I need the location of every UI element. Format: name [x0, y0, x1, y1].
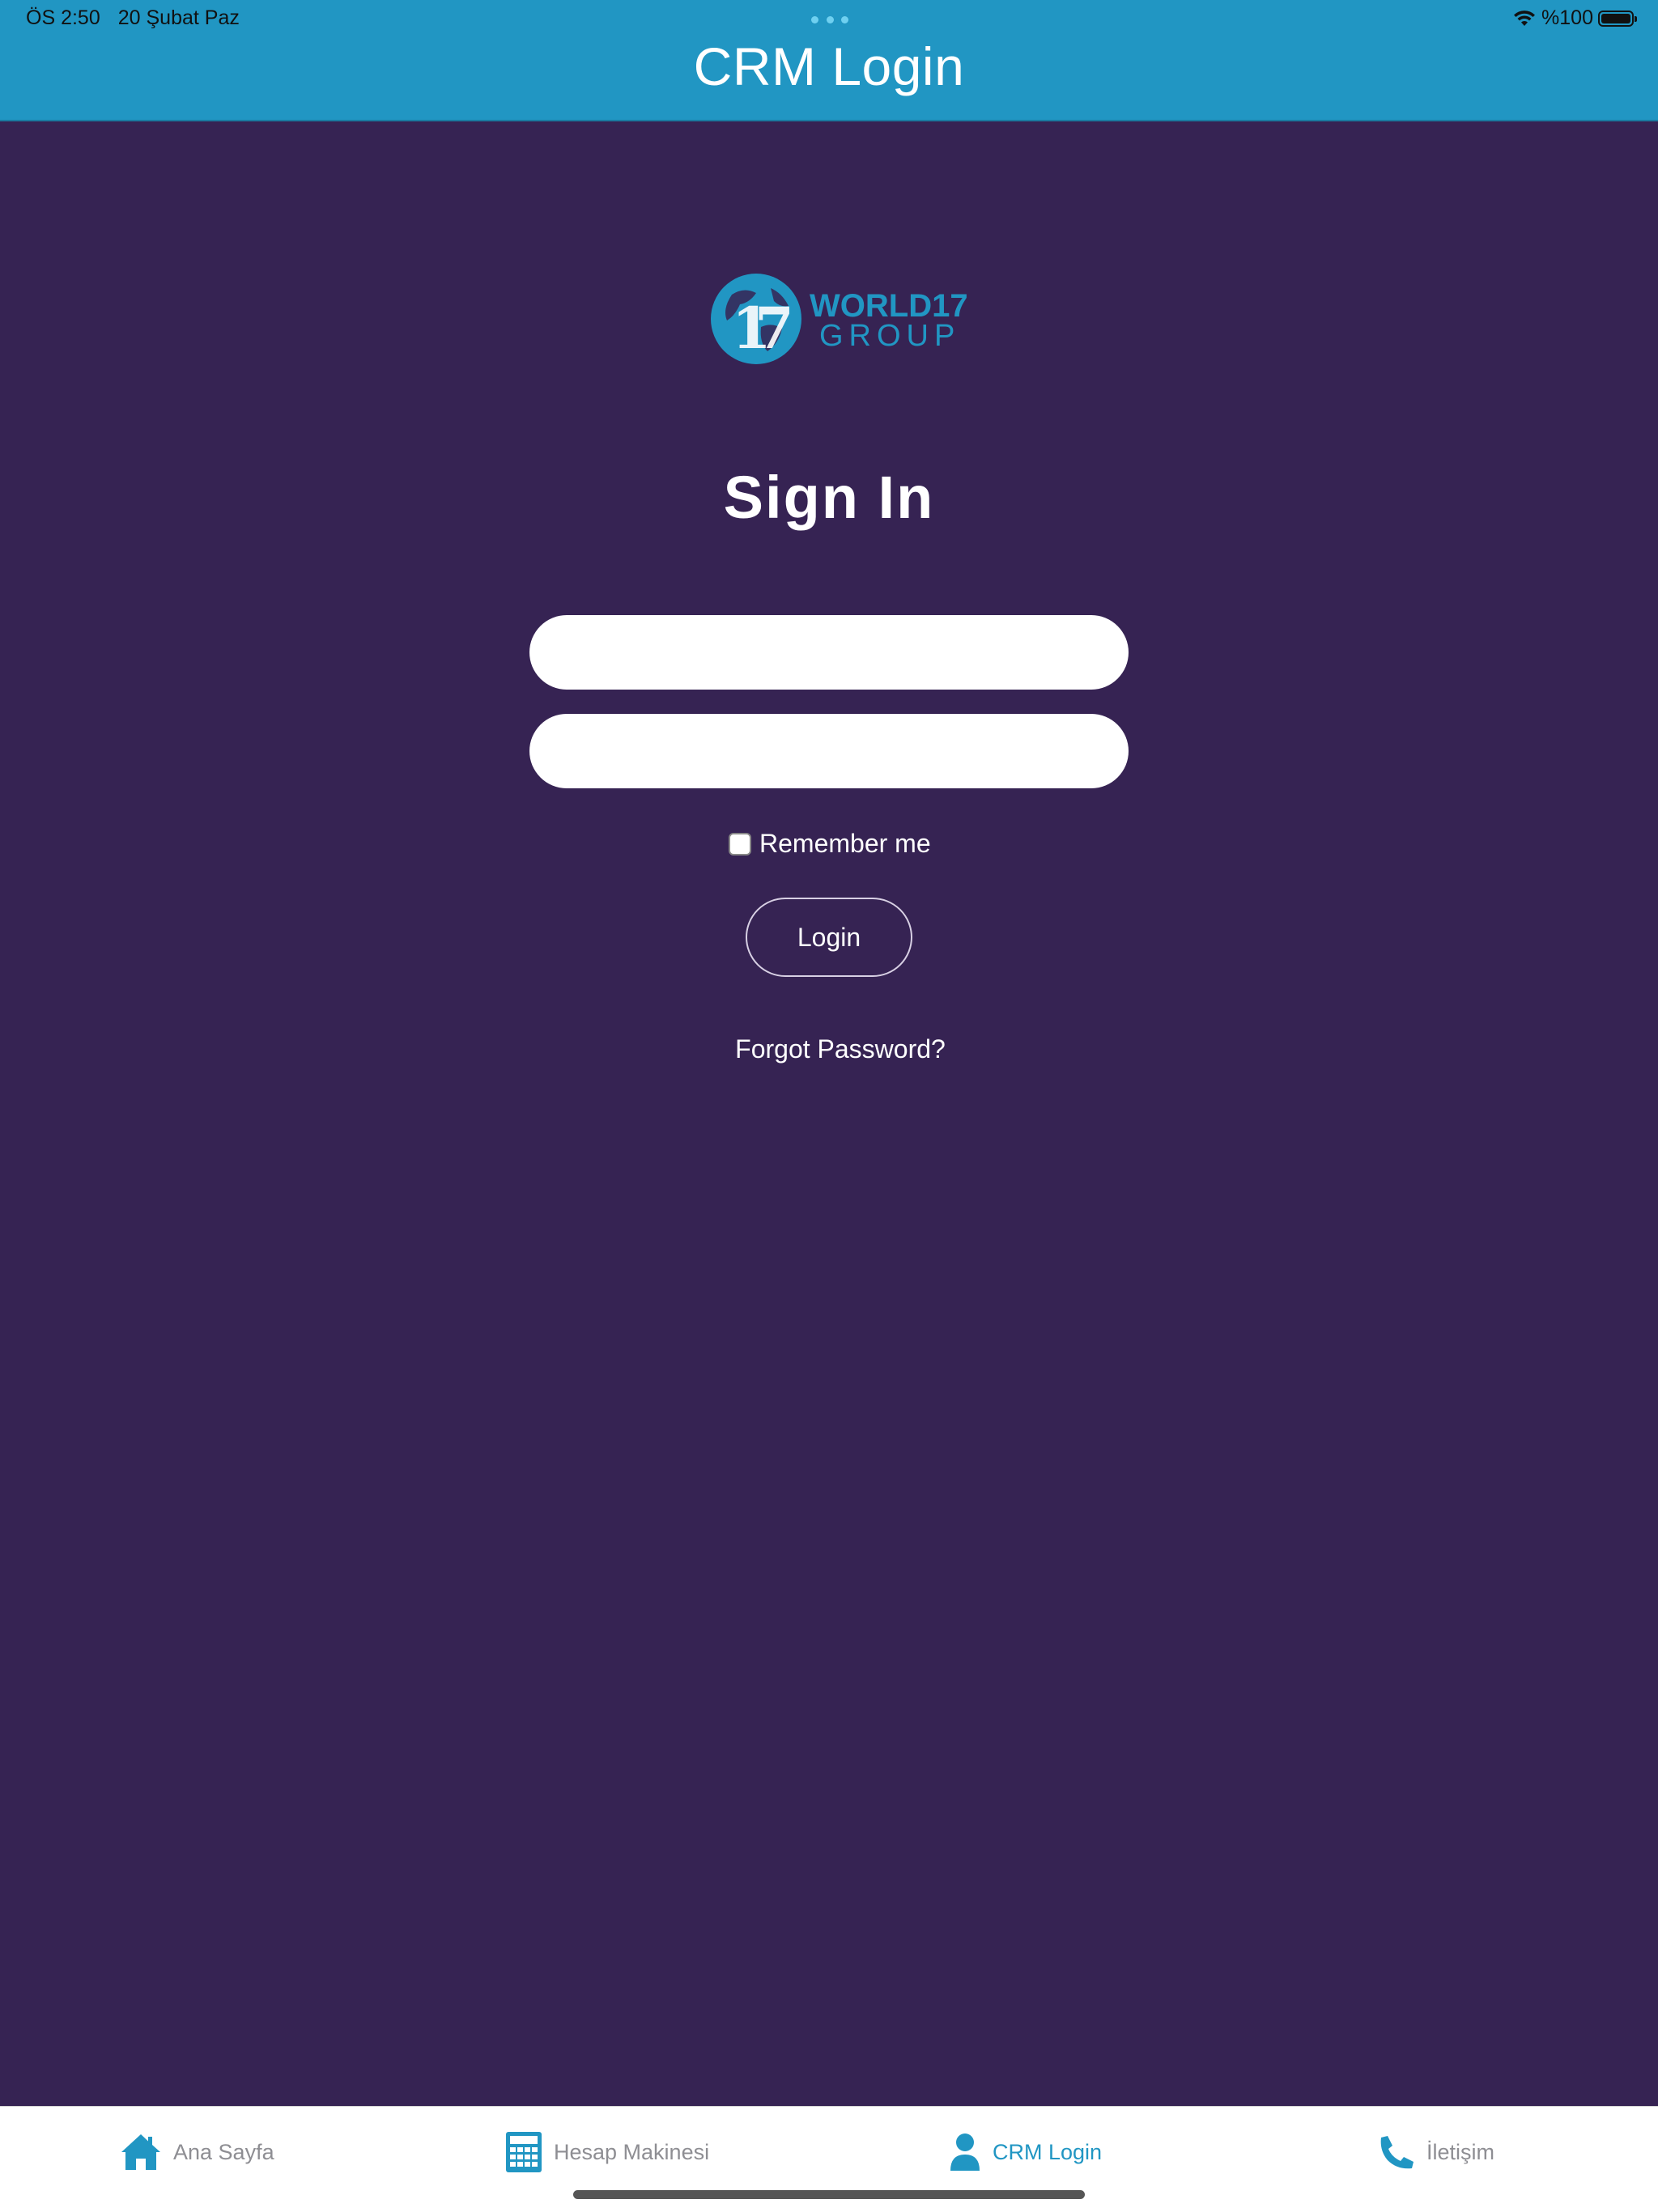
status-bar-left: ÖS 2:50 20 Şubat Paz	[26, 6, 257, 30]
home-indicator[interactable]	[573, 2190, 1085, 2199]
username-input[interactable]	[529, 615, 1129, 690]
status-time: ÖS 2:50	[26, 6, 100, 29]
phone-icon	[1380, 2136, 1414, 2169]
tab-label: Ana Sayfa	[173, 2139, 274, 2164]
status-bar-right: %100	[1512, 6, 1637, 30]
tab-label: CRM Login	[993, 2139, 1103, 2164]
tab-crm-login[interactable]: CRM Login	[949, 2128, 1102, 2176]
login-button[interactable]: Login	[746, 898, 912, 977]
tab-hesap-makinesi[interactable]: Hesap Makinesi	[505, 2128, 709, 2176]
forgot-password-link[interactable]: Forgot Password?	[0, 1034, 1658, 1064]
home-icon	[121, 2134, 160, 2170]
remember-me-row[interactable]: Remember me	[729, 829, 931, 859]
tab-ana-sayfa[interactable]: Ana Sayfa	[120, 2128, 274, 2176]
navigation-header: ÖS 2:50 20 Şubat Paz %100 CRM Login	[0, 0, 1658, 121]
wifi-icon	[1514, 10, 1536, 26]
svg-text:7: 7	[755, 295, 794, 362]
remember-me-label[interactable]: Remember me	[759, 829, 931, 859]
tab-iletisim[interactable]: İletişim	[1380, 2128, 1494, 2176]
tab-label: İletişim	[1426, 2139, 1495, 2164]
page-title: CRM Login	[693, 36, 965, 96]
logo-text-group: GROUP	[819, 319, 961, 353]
battery-icon	[1598, 10, 1637, 27]
sign-in-heading: Sign In	[723, 464, 935, 531]
status-date: 20 Şubat Paz	[117, 6, 240, 29]
battery-percent: %100	[1541, 6, 1593, 29]
user-icon	[950, 2133, 980, 2171]
multitasking-dots-icon[interactable]	[811, 16, 848, 23]
globe-logo-icon: 1 7	[711, 274, 801, 364]
password-input[interactable]	[529, 714, 1129, 788]
tab-label: Hesap Makinesi	[554, 2139, 710, 2164]
world17-group-logo: 1 7 WORLD17 GROUP	[708, 270, 968, 367]
calculator-icon	[506, 2132, 542, 2172]
remember-me-checkbox[interactable]	[729, 832, 751, 856]
